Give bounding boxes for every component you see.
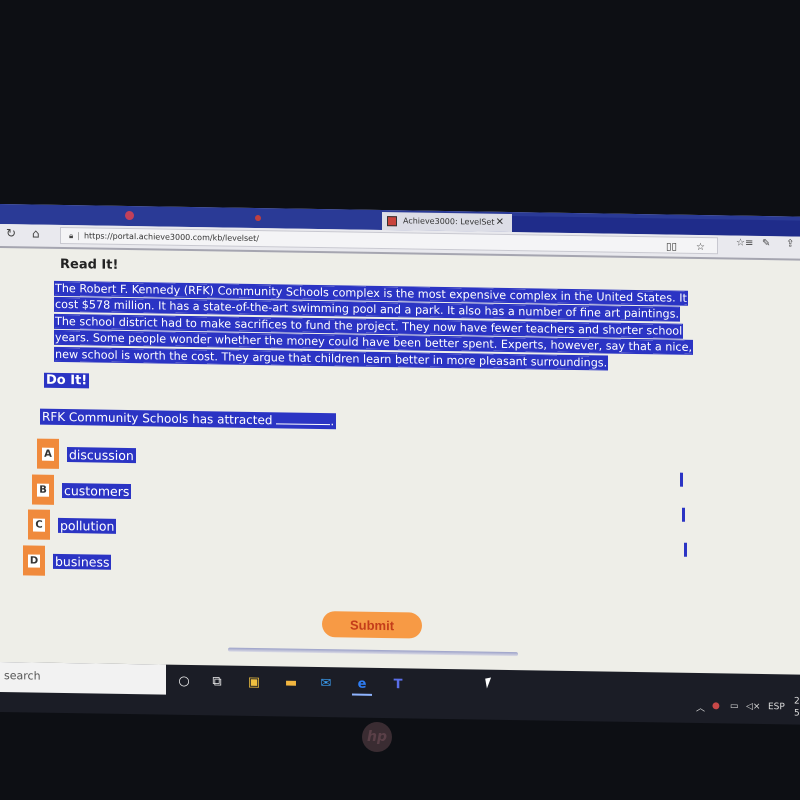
taskbar-search-box[interactable]: search bbox=[0, 662, 166, 695]
option-letter: A bbox=[42, 447, 54, 461]
option-text[interactable]: business bbox=[53, 553, 112, 570]
answer-option-d[interactable]: D business bbox=[23, 545, 112, 576]
text-cursor-mark bbox=[684, 542, 687, 557]
answer-blank bbox=[276, 413, 331, 426]
question-period: . bbox=[330, 414, 335, 429]
read-it-heading: Read It! bbox=[60, 256, 119, 273]
hp-logo: hp bbox=[362, 722, 392, 752]
option-letter: C bbox=[33, 518, 45, 532]
clock-date[interactable]: 5 bbox=[794, 708, 800, 718]
home-icon[interactable]: ⌂ bbox=[32, 227, 40, 241]
search-placeholder: search bbox=[4, 669, 41, 683]
file-explorer-icon[interactable]: ▬ bbox=[281, 672, 301, 692]
option-letter-badge[interactable]: D bbox=[23, 545, 45, 576]
favorite-star-icon[interactable]: ☆ bbox=[696, 240, 705, 255]
browser-window: Achieve3000: LevelSet ✕ ↻ ⌂ 🔒︎ | https://p… bbox=[0, 204, 800, 703]
option-letter-badge[interactable]: A bbox=[37, 438, 59, 469]
answer-option-a[interactable]: A discussion bbox=[37, 438, 136, 471]
tab-background-1[interactable] bbox=[125, 208, 245, 226]
achieve3000-favicon-icon bbox=[387, 216, 397, 227]
teams-icon[interactable]: T bbox=[388, 674, 408, 694]
tab-favicon-icon bbox=[125, 210, 134, 221]
option-text[interactable]: customers bbox=[62, 482, 132, 499]
show-hidden-icons-chevron-icon[interactable]: ︿ bbox=[696, 701, 705, 714]
reading-view-icon[interactable]: ▯▯ bbox=[666, 239, 677, 254]
option-letter-badge[interactable]: B bbox=[32, 474, 54, 505]
text-cursor-mark bbox=[680, 472, 683, 487]
pen-icon[interactable]: ✎ bbox=[762, 238, 770, 249]
store-icon[interactable]: ▣ bbox=[244, 672, 264, 692]
tab-favicon-icon bbox=[255, 214, 261, 221]
edge-icon[interactable]: e bbox=[352, 673, 372, 696]
refresh-icon[interactable]: ↻ bbox=[6, 226, 16, 240]
option-text[interactable]: pollution bbox=[58, 517, 117, 534]
mail-icon[interactable]: ✉ bbox=[316, 673, 336, 693]
language-indicator[interactable]: ESP bbox=[768, 702, 785, 712]
favorites-list-icon[interactable]: ☆≡ bbox=[736, 238, 753, 249]
answer-option-b[interactable]: B customers bbox=[32, 474, 132, 507]
security-icon[interactable]: ● bbox=[712, 701, 720, 711]
do-it-heading: Do It! bbox=[44, 372, 90, 389]
reading-passage: The Robert F. Kennedy (RFK) Community Sc… bbox=[55, 281, 705, 373]
tab-achieve3000[interactable]: Achieve3000: LevelSet ✕ bbox=[382, 212, 512, 233]
share-icon[interactable]: ⇪ bbox=[786, 238, 794, 249]
text-cursor-mark bbox=[682, 507, 685, 522]
battery-icon[interactable]: ▭ bbox=[730, 701, 739, 711]
answer-option-c[interactable]: C pollution bbox=[28, 509, 117, 540]
cortana-icon[interactable]: ○ bbox=[174, 671, 194, 691]
tab-title: Achieve3000: LevelSet bbox=[403, 216, 495, 227]
clock-hour[interactable]: 2 bbox=[794, 696, 800, 706]
option-letter: B bbox=[37, 483, 49, 497]
close-tab-icon[interactable]: ✕ bbox=[496, 214, 504, 232]
option-letter: D bbox=[28, 553, 40, 568]
volume-muted-icon[interactable]: ◁× bbox=[746, 702, 760, 712]
submit-button[interactable]: Submit bbox=[322, 611, 422, 639]
url-text: https://portal.achieve3000.com/kb/levels… bbox=[83, 231, 259, 244]
url-separator: | bbox=[77, 231, 80, 241]
lock-icon: 🔒︎ bbox=[69, 231, 74, 241]
option-letter-badge[interactable]: C bbox=[28, 509, 50, 540]
task-view-icon[interactable]: ⧉ bbox=[207, 671, 227, 691]
question-prompt: RFK Community Schools has attracted . bbox=[40, 408, 337, 430]
tab-background-2[interactable] bbox=[255, 210, 375, 228]
option-text[interactable]: discussion bbox=[67, 446, 136, 463]
horizontal-scrollbar[interactable] bbox=[228, 647, 518, 657]
question-text: RFK Community Schools has attracted bbox=[42, 409, 273, 428]
